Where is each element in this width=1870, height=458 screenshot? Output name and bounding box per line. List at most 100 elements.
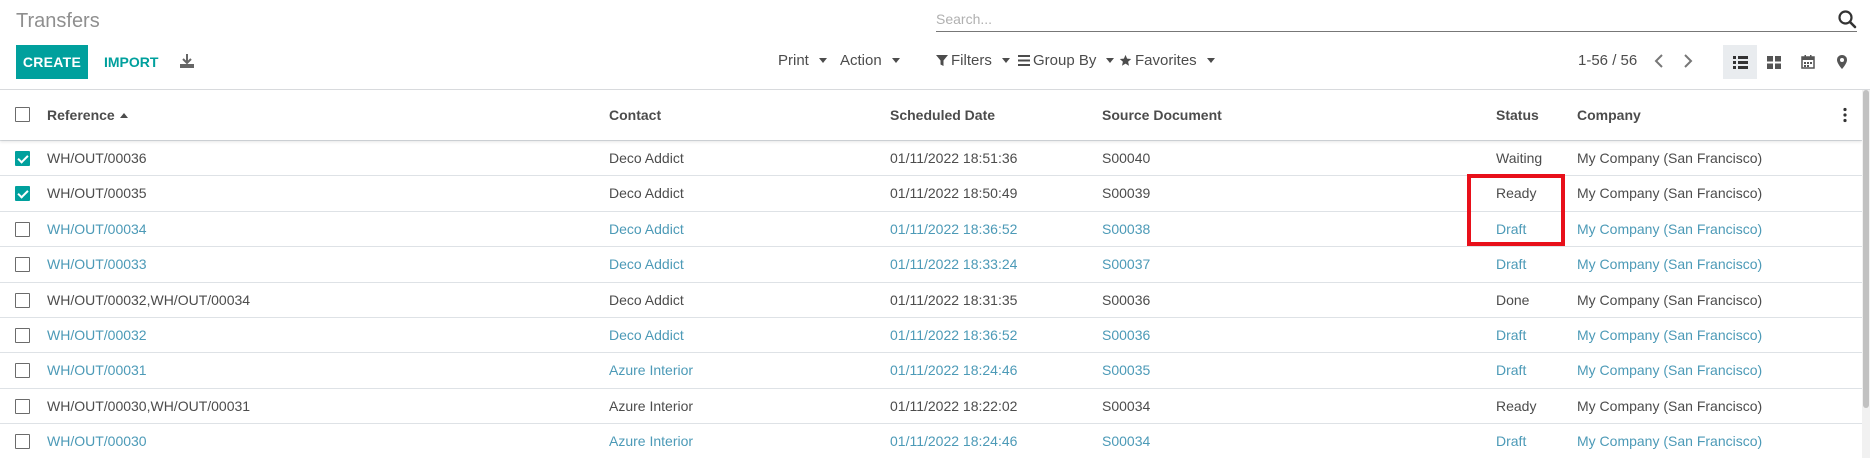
import-button[interactable]: IMPORT xyxy=(96,45,166,79)
row-checkbox[interactable] xyxy=(15,363,30,379)
cell-company: My Company (San Francisco) xyxy=(1577,433,1763,450)
column-header-reference[interactable]: Reference xyxy=(47,107,128,123)
cell-status: Draft xyxy=(1496,327,1527,343)
cell-contact: Deco Addict xyxy=(609,150,684,166)
cell-scheduled-date: 01/11/2022 18:51:36 xyxy=(890,150,1018,166)
vertical-scrollbar[interactable] xyxy=(1862,90,1870,458)
filters-label: Filters xyxy=(951,52,992,69)
group-by-menu[interactable]: Group By xyxy=(1018,52,1115,69)
action-menu[interactable]: Action xyxy=(840,52,900,69)
column-header-status[interactable]: Status xyxy=(1496,107,1539,123)
cell-scheduled-date: 01/11/2022 18:36:52 xyxy=(890,220,1018,237)
column-header-company[interactable]: Company xyxy=(1577,107,1641,123)
pager-value[interactable]: 1-56 / 56 xyxy=(1578,52,1637,69)
download-icon[interactable] xyxy=(178,52,196,70)
cell-status: Done xyxy=(1496,291,1530,308)
cell-status: Ready xyxy=(1496,185,1537,202)
favorites-menu[interactable]: Favorites xyxy=(1119,52,1215,69)
favorites-label: Favorites xyxy=(1135,52,1197,69)
cell-scheduled-date: 01/11/2022 18:24:46 xyxy=(890,362,1018,379)
column-label: Reference xyxy=(47,107,115,123)
chevron-left-icon[interactable] xyxy=(1648,50,1670,72)
row-checkbox[interactable] xyxy=(15,221,30,237)
cell-source-document: S00037 xyxy=(1102,256,1151,273)
kebab-icon[interactable] xyxy=(1842,107,1848,123)
cell-source-document: S00034 xyxy=(1102,397,1151,414)
search-icon[interactable] xyxy=(1837,9,1857,29)
table-row[interactable]: WH/OUT/00035 Deco Addict 01/11/2022 18:50:… xyxy=(0,175,1862,210)
cell-contact: Deco Addict xyxy=(609,220,684,237)
cell-reference: WH/OUT/00034 xyxy=(47,220,147,237)
table-row[interactable]: WH/OUT/00032 Deco Addict 01/11/2022 18:36:… xyxy=(0,317,1862,352)
group-by-label: Group By xyxy=(1033,52,1097,69)
table-row[interactable]: WH/OUT/00032,WH/OUT/00034 Deco Addict 01/1… xyxy=(0,281,1862,317)
cell-company: My Company (San Francisco) xyxy=(1577,327,1763,343)
cell-scheduled-date: 01/11/2022 18:22:02 xyxy=(890,397,1018,414)
table-row[interactable]: WH/OUT/00036 Deco Addict 01/11/2022 18:51:… xyxy=(0,140,1862,175)
search-input[interactable] xyxy=(936,8,1816,30)
list-view-icon xyxy=(1732,55,1748,69)
row-checkbox[interactable] xyxy=(15,257,30,273)
kanban-view-button[interactable] xyxy=(1757,45,1791,79)
cell-source-document: S00034 xyxy=(1102,433,1151,450)
cell-contact: Azure Interior xyxy=(609,433,694,450)
row-checkbox[interactable] xyxy=(15,434,30,450)
map-view-button[interactable] xyxy=(1825,45,1859,79)
star-icon xyxy=(1119,54,1132,66)
print-menu[interactable]: Print xyxy=(778,52,827,69)
cell-source-document: S00040 xyxy=(1102,150,1151,166)
cell-company: My Company (San Francisco) xyxy=(1577,150,1763,166)
print-label: Print xyxy=(778,52,809,69)
cell-contact: Azure Interior xyxy=(609,362,694,379)
cell-source-document: S00036 xyxy=(1102,291,1151,308)
row-checkbox[interactable] xyxy=(15,328,30,343)
action-label: Action xyxy=(840,52,882,69)
control-panel: Transfers CREATE IMPORT Print Action Fil… xyxy=(0,0,1870,90)
cell-company: My Company (San Francisco) xyxy=(1577,291,1763,308)
cell-status: Draft xyxy=(1496,256,1527,273)
cell-status: Draft xyxy=(1496,220,1527,237)
cell-company: My Company (San Francisco) xyxy=(1577,185,1763,202)
select-all-checkbox[interactable] xyxy=(15,107,30,122)
column-header-source-document[interactable]: Source Document xyxy=(1102,107,1222,123)
cell-reference: WH/OUT/00035 xyxy=(47,185,147,202)
cell-reference: WH/OUT/00031 xyxy=(47,362,147,379)
column-header-contact[interactable]: Contact xyxy=(609,107,661,123)
cell-status: Draft xyxy=(1496,362,1527,379)
filters-menu[interactable]: Filters xyxy=(936,52,1010,69)
search-bar xyxy=(936,8,1857,32)
table-row[interactable]: WH/OUT/00034 Deco Addict 01/11/2022 18:36:… xyxy=(0,210,1862,246)
cell-scheduled-date: 01/11/2022 18:24:46 xyxy=(890,433,1018,450)
map-view-icon xyxy=(1837,55,1847,69)
cell-reference: WH/OUT/00032 xyxy=(47,327,147,343)
row-checkbox[interactable] xyxy=(15,292,30,308)
calendar-view-button[interactable] xyxy=(1791,45,1825,79)
chevron-down-icon xyxy=(1206,58,1215,63)
cell-contact: Azure Interior xyxy=(609,397,694,414)
create-button[interactable]: CREATE xyxy=(16,45,88,79)
cell-reference: WH/OUT/00036 xyxy=(47,150,147,166)
table-row[interactable]: WH/OUT/00030,WH/OUT/00031 Azure Interior 0… xyxy=(0,387,1862,423)
chevron-down-icon xyxy=(1106,58,1115,63)
row-checkbox[interactable] xyxy=(15,151,30,166)
chevron-right-icon[interactable] xyxy=(1677,50,1699,72)
cell-source-document: S00035 xyxy=(1102,362,1151,379)
cell-contact: Deco Addict xyxy=(609,291,684,308)
page-title: Transfers xyxy=(16,10,100,32)
cell-scheduled-date: 01/11/2022 18:31:35 xyxy=(890,291,1018,308)
table-row[interactable]: WH/OUT/00030 Azure Interior 01/11/2022 18:… xyxy=(0,423,1862,458)
table-row[interactable]: WH/OUT/00033 Deco Addict 01/11/2022 18:33:… xyxy=(0,246,1862,281)
cell-scheduled-date: 01/11/2022 18:36:52 xyxy=(890,327,1018,343)
row-checkbox[interactable] xyxy=(15,398,30,414)
cell-contact: Deco Addict xyxy=(609,256,684,273)
chevron-down-icon xyxy=(1001,58,1010,63)
table-header: Reference Contact Scheduled Date Source … xyxy=(0,90,1862,140)
table-row[interactable]: WH/OUT/00031 Azure Interior 01/11/2022 18:… xyxy=(0,352,1862,387)
list-view-button[interactable] xyxy=(1723,45,1757,79)
scrollbar-thumb[interactable] xyxy=(1863,90,1869,408)
row-checkbox[interactable] xyxy=(15,186,30,202)
chevron-down-icon xyxy=(891,58,900,63)
cell-source-document: S00036 xyxy=(1102,327,1151,343)
column-header-scheduled-date[interactable]: Scheduled Date xyxy=(890,107,995,123)
cell-company: My Company (San Francisco) xyxy=(1577,220,1763,237)
